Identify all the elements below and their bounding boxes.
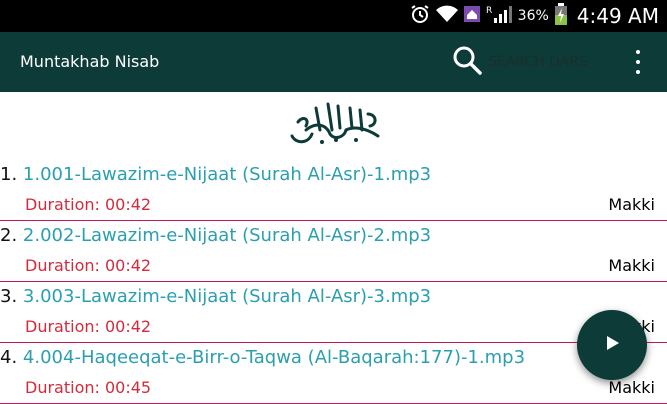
search-input[interactable] [488, 47, 608, 77]
track-list-item[interactable]: 4. 4.004-Haqeeqat-e-Birr-o-Taqwa (Al-Baq… [0, 343, 667, 404]
track-duration: Duration: 00:42 [25, 256, 152, 275]
track-list: 1. 1.001-Lawazim-e-Nijaat (Surah Al-Asr)… [0, 160, 667, 404]
app-title: Muntakhab Nisab [20, 52, 160, 71]
track-type: Makki [608, 378, 655, 397]
track-title[interactable]: 2.002-Lawazim-e-Nijaat (Surah Al-Asr)-2.… [23, 225, 431, 246]
wifi-icon [435, 5, 458, 27]
home-icon [463, 6, 480, 26]
overflow-menu-icon[interactable] [630, 50, 646, 74]
track-number: 4. [0, 347, 18, 368]
track-duration: Duration: 00:45 [25, 378, 152, 397]
search-bar[interactable] [452, 46, 608, 78]
track-title[interactable]: 1.001-Lawazim-e-Nijaat (Surah Al-Asr)-1.… [23, 164, 431, 185]
app-bar: Muntakhab Nisab [0, 32, 667, 92]
track-number: 2. [0, 225, 18, 246]
svg-text:R: R [486, 6, 492, 16]
roaming-icon: R [486, 4, 512, 28]
track-list-item[interactable]: 3. 3.003-Lawazim-e-Nijaat (Surah Al-Asr)… [0, 282, 667, 343]
track-list-item[interactable]: 2. 2.002-Lawazim-e-Nijaat (Surah Al-Asr)… [0, 221, 667, 282]
track-duration: Duration: 00:42 [25, 317, 152, 336]
track-type: Makki [608, 256, 655, 275]
play-fab-button[interactable] [577, 310, 647, 380]
play-icon [602, 333, 622, 357]
search-icon[interactable] [452, 45, 482, 79]
status-time: 4:49 AM [576, 4, 659, 28]
track-duration: Duration: 00:42 [25, 195, 152, 214]
track-number: 3. [0, 286, 18, 307]
track-list-item[interactable]: 1. 1.001-Lawazim-e-Nijaat (Surah Al-Asr)… [0, 160, 667, 221]
track-type: Makki [608, 195, 655, 214]
battery-percent: 36% [517, 8, 549, 24]
status-icons: R 36% 4:49 AM [410, 0, 659, 32]
battery-charging-icon [554, 3, 567, 29]
track-title[interactable]: 4.004-Haqeeqat-e-Birr-o-Taqwa (Al-Baqara… [23, 347, 525, 368]
alarm-icon [410, 4, 430, 28]
bismillah-calligraphy-logo [286, 100, 384, 146]
track-number: 1. [0, 164, 18, 185]
track-title[interactable]: 3.003-Lawazim-e-Nijaat (Surah Al-Asr)-3.… [23, 286, 431, 307]
status-bar: R 36% 4:49 AM [0, 0, 667, 32]
